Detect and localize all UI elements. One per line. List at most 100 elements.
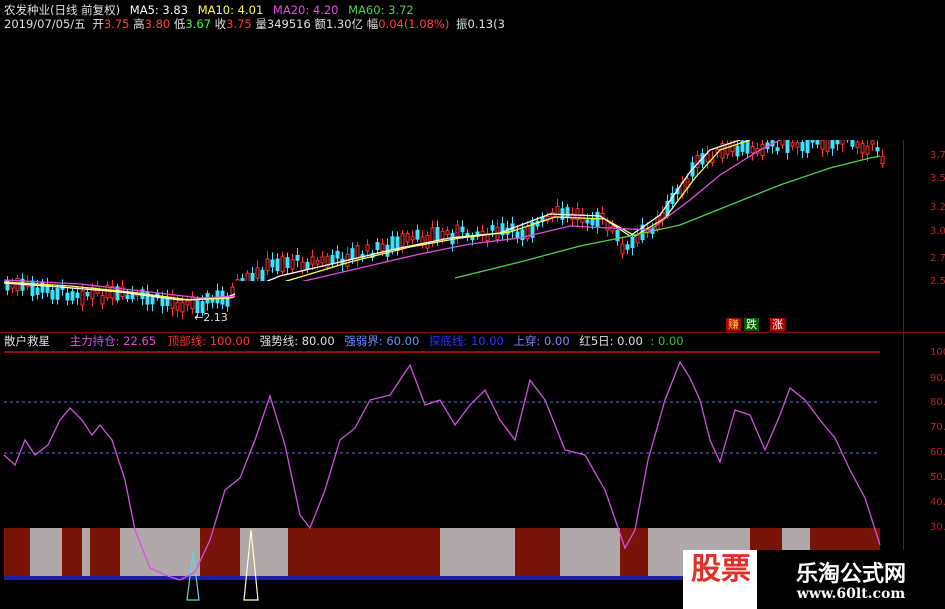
candle-body bbox=[50, 289, 55, 300]
candle-body bbox=[860, 143, 865, 154]
candle-body bbox=[310, 256, 315, 265]
candle-body bbox=[445, 230, 450, 236]
state-bar bbox=[515, 528, 560, 576]
candle-body bbox=[270, 259, 275, 268]
indicator-tick: 100.0 bbox=[930, 347, 945, 358]
candle-body bbox=[835, 139, 840, 145]
candle-body bbox=[150, 297, 155, 305]
candle-body bbox=[330, 254, 335, 265]
price-tick: 3.0 bbox=[930, 226, 945, 237]
candle-body bbox=[430, 227, 435, 243]
candle-body bbox=[175, 301, 180, 311]
watermark-site: 乐淘公式网 www.60lt.com bbox=[757, 550, 945, 609]
candle-body bbox=[455, 224, 460, 238]
signal-tag-up: 涨 bbox=[770, 318, 785, 331]
candle-body bbox=[750, 145, 755, 154]
pane-separator bbox=[0, 332, 945, 333]
state-bar bbox=[560, 528, 620, 576]
candle-body bbox=[795, 142, 800, 148]
candle-body bbox=[255, 267, 260, 279]
state-bar bbox=[620, 528, 648, 576]
watermark-site-title: 乐淘公式网 bbox=[795, 561, 906, 587]
candle-body bbox=[800, 141, 805, 152]
candle-body bbox=[515, 231, 520, 238]
indicator-header: 散户救星 主力持仓: 22.65 顶部线: 100.00 强势线: 80.00 … bbox=[4, 334, 684, 348]
candle-body bbox=[55, 287, 60, 300]
occlusion-top-right bbox=[535, 0, 945, 140]
signal-tag-earn: 赚 bbox=[726, 318, 741, 331]
candle-body bbox=[85, 292, 90, 297]
indicator-strong: 强势线: 80.00 bbox=[259, 334, 335, 348]
candle-body bbox=[350, 248, 355, 260]
ma20-line bbox=[3, 139, 781, 299]
candle-body bbox=[305, 261, 310, 270]
candle-body bbox=[335, 250, 340, 259]
low-price-marker-value: 2.13 bbox=[203, 311, 228, 324]
candle-body bbox=[170, 294, 175, 310]
price-tick: 3.5 bbox=[930, 173, 945, 184]
candle-body bbox=[365, 244, 370, 252]
candle-body bbox=[805, 139, 810, 154]
indicator-red5: 红5日: 0.00 bbox=[579, 334, 643, 348]
state-bar bbox=[4, 528, 30, 576]
candle-body bbox=[775, 147, 780, 152]
candle-body bbox=[375, 242, 380, 251]
candle-body bbox=[440, 230, 445, 239]
indicator-extra: : 0.00 bbox=[650, 334, 684, 348]
price-tick: 2.5 bbox=[930, 276, 945, 287]
occlusion-middle bbox=[235, 281, 710, 331]
candle-body bbox=[585, 219, 590, 224]
candle-body bbox=[125, 294, 130, 300]
candle-body bbox=[405, 232, 410, 243]
indicator-tick: 90.0 bbox=[930, 373, 945, 384]
candle-body bbox=[295, 255, 300, 261]
indicator-tick: 50.0 bbox=[930, 472, 945, 483]
candle-body bbox=[855, 141, 860, 149]
indicator-tick: 30.0 bbox=[930, 522, 945, 533]
signal-tag-down: 跌 bbox=[744, 318, 759, 331]
indicator-tick: 60.0 bbox=[930, 447, 945, 458]
state-bar bbox=[62, 528, 82, 576]
candle-body bbox=[75, 292, 80, 299]
candle-body bbox=[460, 226, 465, 233]
candle-body bbox=[265, 258, 270, 272]
state-bar bbox=[200, 528, 240, 576]
candle-body bbox=[285, 257, 290, 268]
candle-body bbox=[705, 153, 710, 163]
candle-body bbox=[555, 205, 560, 218]
candle-body bbox=[735, 145, 740, 157]
candle-body bbox=[790, 142, 795, 147]
candle-body bbox=[290, 259, 295, 270]
candle-body bbox=[80, 290, 85, 306]
indicator-name: 散户救星 bbox=[4, 334, 50, 348]
state-bar bbox=[288, 528, 323, 576]
candle-body bbox=[785, 137, 790, 153]
indicator-weak: 强弱界: 60.00 bbox=[344, 334, 420, 348]
candle-body bbox=[400, 233, 405, 247]
candle-body bbox=[275, 258, 280, 272]
candle-body bbox=[590, 218, 595, 226]
candle-body bbox=[490, 225, 495, 231]
state-bar bbox=[440, 528, 515, 576]
price-scale-bar bbox=[903, 140, 904, 332]
indicator-warn: 探底线: 10.00 bbox=[428, 334, 504, 348]
candle-body bbox=[820, 140, 825, 150]
candle-body bbox=[380, 243, 385, 252]
candle-body bbox=[630, 236, 635, 248]
candle-body bbox=[250, 273, 255, 282]
candle-body bbox=[35, 287, 40, 295]
candle-body bbox=[415, 229, 420, 240]
candle-body bbox=[65, 292, 70, 301]
candle-body bbox=[880, 155, 885, 165]
candle-body bbox=[10, 283, 15, 289]
candle-body bbox=[695, 154, 700, 169]
watermark-site-url: www.60lt.com bbox=[796, 586, 906, 602]
candle-body bbox=[870, 140, 875, 145]
indicator-up: 上穿: 0.00 bbox=[513, 334, 570, 348]
state-bar bbox=[90, 528, 120, 576]
candle-body bbox=[410, 236, 415, 241]
candle-body bbox=[875, 147, 880, 152]
watermark-logo-text: 股票 bbox=[691, 552, 751, 587]
candle-body bbox=[435, 226, 440, 241]
candle-body bbox=[280, 256, 285, 272]
